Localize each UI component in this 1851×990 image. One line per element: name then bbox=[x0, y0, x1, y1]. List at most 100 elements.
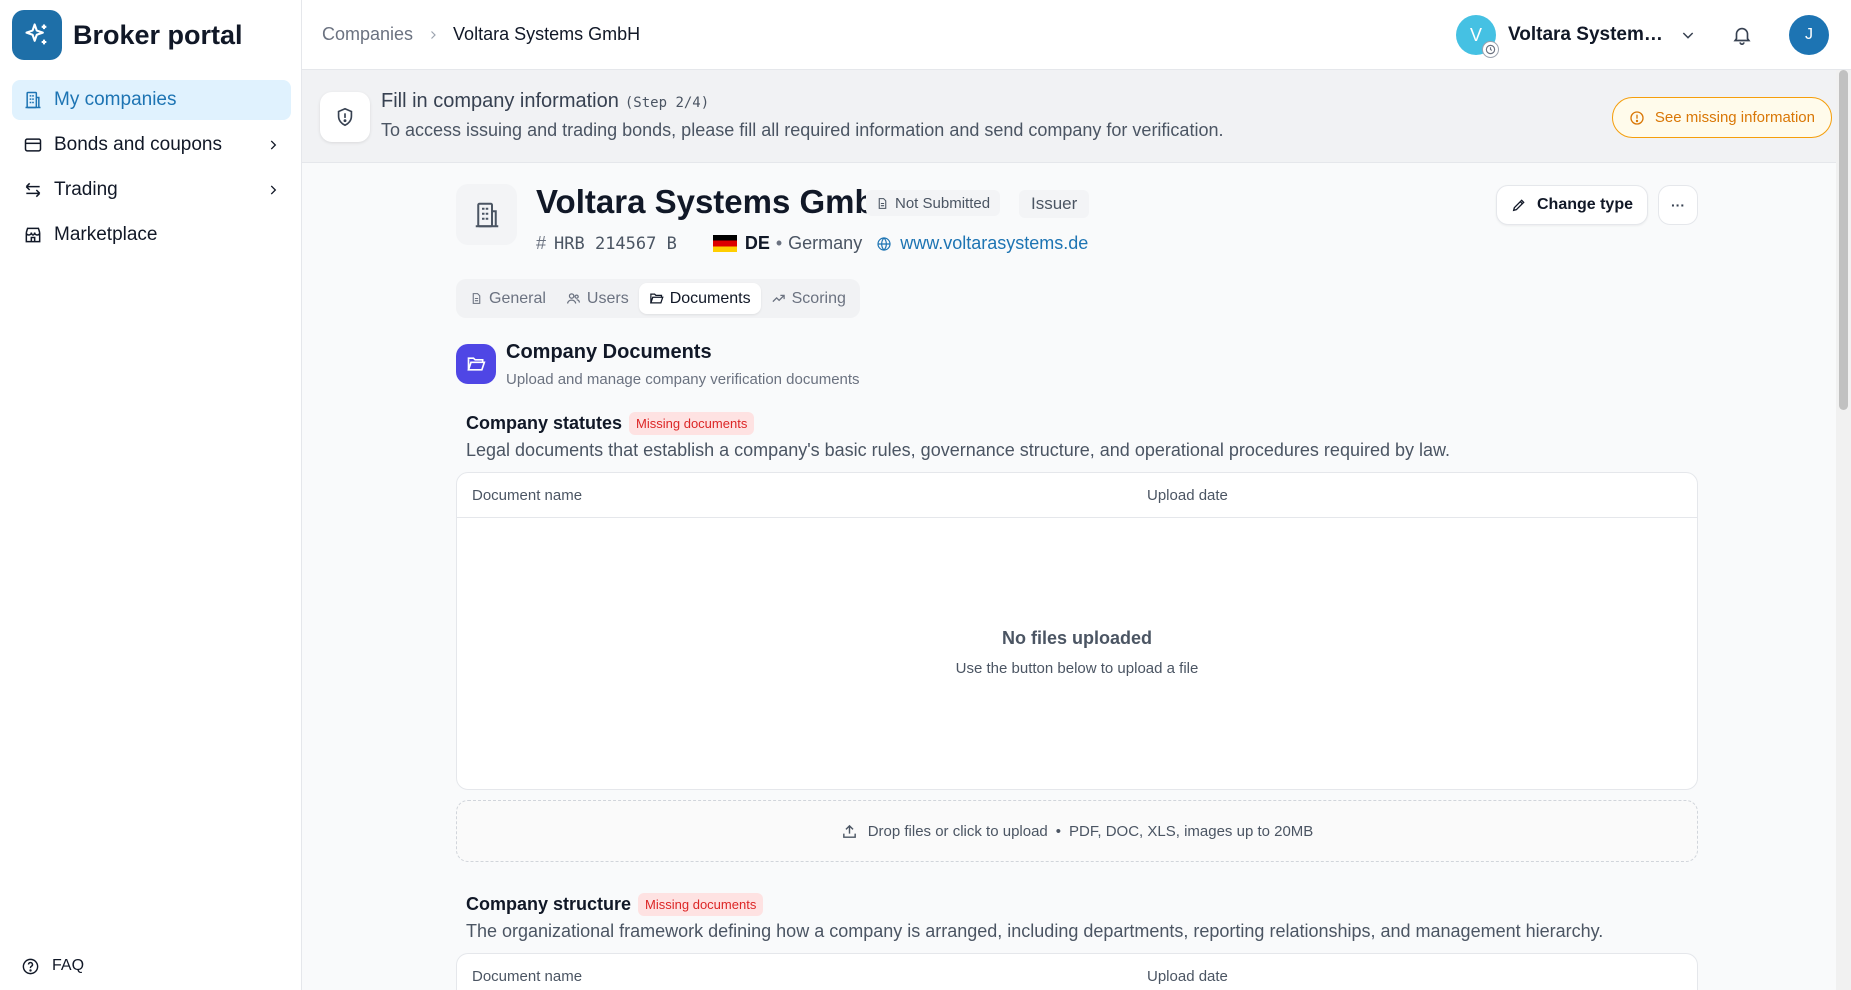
user-avatar[interactable]: J bbox=[1789, 15, 1829, 55]
banner-title-text: Fill in company information bbox=[381, 90, 619, 112]
breadcrumb: Companies Voltara Systems GmbH bbox=[302, 24, 640, 45]
file-upload-dropzone[interactable]: Drop files or click to upload • PDF, DOC… bbox=[456, 800, 1698, 862]
documents-subtitle: Upload and manage company verification d… bbox=[506, 371, 860, 388]
empty-state-subtitle: Use the button below to upload a file bbox=[955, 660, 1199, 677]
column-upload-date: Upload date bbox=[1147, 968, 1228, 985]
company-tabs: General Users Documents Scoring bbox=[456, 279, 860, 318]
documents-table: Document name Upload date No files uploa… bbox=[456, 472, 1698, 790]
company-building-icon bbox=[456, 184, 517, 245]
document-group-title-row: Company statutes Missing documents bbox=[466, 412, 755, 435]
sparkles-logo-icon bbox=[12, 10, 62, 60]
column-document-name: Document name bbox=[472, 968, 583, 985]
column-upload-date: Upload date bbox=[1147, 487, 1228, 504]
tab-label: Users bbox=[586, 289, 629, 307]
org-avatar-letter: V bbox=[1469, 24, 1482, 45]
separator-dot: • bbox=[775, 233, 783, 253]
upload-icon bbox=[841, 823, 858, 840]
tab-documents[interactable]: Documents bbox=[638, 283, 761, 314]
see-missing-information-label: See missing information bbox=[1654, 109, 1815, 126]
shield-alert-icon bbox=[320, 92, 370, 142]
company-meta: # HRB 214567 B DE • Germany www.voltaras… bbox=[536, 233, 1088, 254]
card-icon bbox=[22, 134, 44, 156]
user-initial: J bbox=[1805, 26, 1813, 43]
sidebar-item-my-companies[interactable]: My companies bbox=[12, 80, 291, 120]
building-icon bbox=[22, 89, 44, 111]
document-group-description: Legal documents that establish a company… bbox=[466, 440, 1451, 460]
trending-up-icon bbox=[771, 291, 786, 306]
document-group-title-row: Company structure Missing documents bbox=[466, 893, 764, 916]
sidebar-item-label: Marketplace bbox=[54, 224, 158, 245]
folder-open-icon bbox=[456, 344, 496, 384]
website-url: www.voltarasystems.de bbox=[900, 233, 1089, 253]
company-name: Voltara Systems GmbH bbox=[536, 183, 899, 220]
chevron-right-icon bbox=[427, 29, 439, 41]
breadcrumb-current: Voltara Systems GmbH bbox=[453, 24, 641, 44]
status-text: Not Submitted bbox=[895, 194, 991, 212]
arrows-icon bbox=[22, 179, 44, 201]
chevron-right-icon bbox=[265, 182, 281, 198]
organization-switcher[interactable]: V Voltara Systems... bbox=[1456, 14, 1696, 58]
upload-formats: PDF, DOC, XLS, images up to 20MB bbox=[1069, 822, 1314, 840]
file-icon bbox=[470, 292, 483, 305]
tab-users[interactable]: Users bbox=[556, 283, 639, 314]
column-document-name: Document name bbox=[472, 487, 583, 504]
document-group-description: The organizational framework defining ho… bbox=[466, 921, 1604, 941]
banner-title: Fill in company information (Step 2/4) bbox=[381, 90, 709, 113]
country-code: DE bbox=[744, 233, 770, 253]
change-type-button[interactable]: Change type bbox=[1495, 185, 1648, 225]
sidebar-item-marketplace[interactable]: Marketplace bbox=[12, 215, 291, 255]
missing-documents-badge: Missing documents bbox=[638, 893, 764, 916]
documents-title: Company Documents bbox=[506, 341, 712, 363]
globe-icon bbox=[876, 236, 892, 252]
users-icon bbox=[566, 291, 581, 306]
app-title: Broker portal bbox=[73, 19, 243, 50]
company-header: Voltara Systems GmbH Not Submitted Issue… bbox=[456, 163, 1698, 263]
store-icon bbox=[22, 224, 44, 246]
main-content: Voltara Systems GmbH Not Submitted Issue… bbox=[456, 163, 1698, 990]
sidebar-item-trading[interactable]: Trading bbox=[12, 170, 291, 210]
banner-step: (Step 2/4) bbox=[624, 95, 710, 111]
top-header: Companies Voltara Systems GmbH V Voltara… bbox=[302, 0, 1851, 70]
document-group-title: Company statutes bbox=[466, 413, 623, 433]
upload-separator: • bbox=[1055, 822, 1062, 840]
faq-label: FAQ bbox=[52, 957, 85, 974]
tab-label: Documents bbox=[669, 289, 751, 307]
tab-scoring[interactable]: Scoring bbox=[761, 283, 856, 314]
banner-description: To access issuing and trading bonds, ple… bbox=[381, 120, 1224, 140]
company-type-badge: Issuer bbox=[1019, 190, 1090, 218]
website-link[interactable]: www.voltarasystems.de bbox=[876, 233, 1088, 254]
documents-table: Document name Upload date bbox=[456, 953, 1698, 990]
germany-flag-icon bbox=[712, 235, 737, 252]
tab-general[interactable]: General bbox=[460, 283, 556, 314]
faq-link[interactable]: FAQ bbox=[20, 956, 84, 976]
alert-circle-icon bbox=[1629, 110, 1645, 126]
status-badge: Not Submitted bbox=[866, 190, 1001, 216]
see-missing-information-button[interactable]: See missing information bbox=[1611, 97, 1832, 138]
more-options-button[interactable]: ··· bbox=[1658, 185, 1698, 225]
verification-banner: Fill in company information (Step 2/4) To… bbox=[302, 70, 1851, 163]
org-avatar: V bbox=[1456, 15, 1499, 58]
empty-state-title: No files uploaded bbox=[1001, 628, 1152, 648]
tab-label: General bbox=[489, 289, 546, 307]
sidebar-item-label: Bonds and coupons bbox=[54, 134, 222, 155]
tab-label: Scoring bbox=[791, 289, 846, 307]
scrollbar-thumb[interactable] bbox=[1839, 70, 1848, 410]
pencil-icon bbox=[1511, 197, 1527, 213]
sidebar-item-label: My companies bbox=[54, 89, 177, 110]
chevron-down-icon bbox=[1680, 27, 1696, 43]
main-scrollbar[interactable] bbox=[1836, 70, 1851, 990]
breadcrumb-companies-link[interactable]: Companies bbox=[322, 24, 413, 45]
clock-badge-icon bbox=[1482, 41, 1499, 58]
table-header: Document name Upload date bbox=[457, 954, 1697, 990]
sidebar-nav: My companies Bonds and coupons Trading M… bbox=[0, 70, 301, 255]
document-group-title: Company structure bbox=[466, 894, 632, 914]
hash-icon: # bbox=[536, 233, 547, 253]
table-header: Document name Upload date bbox=[457, 473, 1697, 518]
file-icon bbox=[876, 197, 889, 210]
upload-text: Drop files or click to upload bbox=[867, 822, 1048, 840]
notifications-bell-icon[interactable] bbox=[1728, 21, 1756, 49]
sidebar-item-bonds-and-coupons[interactable]: Bonds and coupons bbox=[12, 125, 291, 165]
sidebar: Broker portal My companies Bonds and cou… bbox=[0, 0, 302, 990]
help-circle-icon bbox=[20, 956, 40, 976]
folder-open-icon bbox=[649, 291, 664, 306]
